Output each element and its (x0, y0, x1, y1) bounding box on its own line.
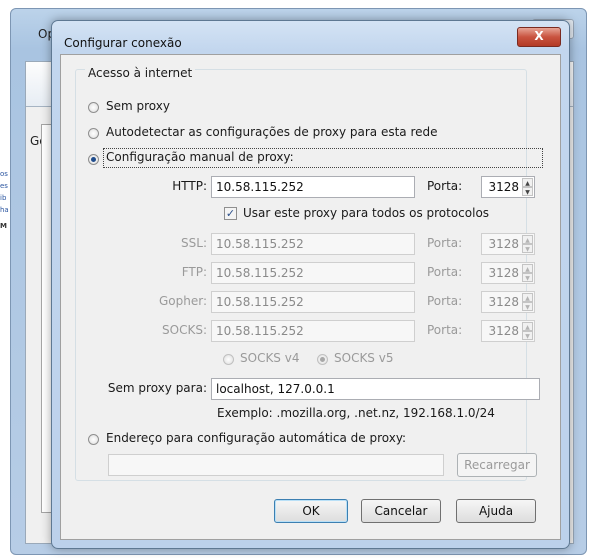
spin-up-icon[interactable]: ▲ (522, 235, 533, 244)
http-port-value: 3128 (488, 180, 519, 194)
spin-down-icon[interactable]: ▼ (522, 244, 533, 253)
use-for-all-checkbox[interactable]: ✓ (224, 207, 237, 220)
cancel-button[interactable]: Cancelar (361, 499, 441, 523)
auto-config-url-input[interactable] (108, 454, 444, 476)
socks-v4-label[interactable]: SOCKS v4 (240, 351, 299, 365)
ftp-port-stepper[interactable]: 3128 ▲ ▼ (481, 262, 535, 284)
ftp-port-value: 3128 (488, 266, 519, 280)
spin-down-icon[interactable]: ▼ (522, 273, 533, 282)
spin-up-icon[interactable]: ▲ (522, 293, 533, 302)
ftp-host-input[interactable]: 10.58.115.252 (211, 262, 415, 284)
no-proxy-for-label: Sem proxy para: (107, 381, 207, 395)
socks-v4-radio[interactable] (223, 354, 234, 365)
background-left-fragment: es (0, 182, 8, 190)
ok-button[interactable]: OK (274, 499, 348, 523)
socks-port-label: Porta: (427, 323, 463, 337)
auto-config-radio[interactable] (88, 434, 99, 445)
http-label: HTTP: (172, 179, 207, 193)
no-proxy-example: Exemplo: .mozilla.org, .net.nz, 192.168.… (217, 406, 495, 420)
no-proxy-radio[interactable] (88, 102, 99, 113)
gopher-port-stepper[interactable]: 3128 ▲ ▼ (481, 291, 535, 313)
background-left-fragment: ha (0, 206, 9, 214)
socks-port-stepper[interactable]: 3128 ▲ ▼ (481, 320, 535, 342)
gopher-port-value: 3128 (488, 295, 519, 309)
spin-down-icon[interactable]: ▼ (522, 187, 533, 196)
http-port-stepper[interactable]: 3128 ▲ ▼ (481, 176, 535, 198)
socks-port-value: 3128 (488, 324, 519, 338)
auto-config-label[interactable]: Endereço para configuração automática de… (106, 431, 406, 445)
dialog-title: Configurar conexão (64, 36, 182, 50)
ssl-label: SSL: (181, 236, 207, 250)
spin-down-icon[interactable]: ▼ (522, 331, 533, 340)
gopher-host-input[interactable]: 10.58.115.252 (211, 291, 415, 313)
socks-host-input[interactable]: 10.58.115.252 (211, 320, 415, 342)
auto-detect-label[interactable]: Autodetectar as configurações de proxy p… (106, 125, 438, 139)
http-port-label: Porta: (427, 179, 463, 193)
spin-down-icon[interactable]: ▼ (522, 302, 533, 311)
socks-label: SOCKS: (162, 323, 207, 337)
ssl-host-input[interactable]: 10.58.115.252 (211, 233, 415, 255)
gopher-label: Gopher: (158, 294, 207, 308)
no-proxy-for-input[interactable]: localhost, 127.0.0.1 (211, 378, 540, 400)
use-for-all-label[interactable]: Usar este proxy para todos os protocolos (243, 206, 489, 220)
gopher-port-label: Porta: (427, 294, 463, 308)
ftp-port-label: Porta: (427, 265, 463, 279)
help-button[interactable]: Ajuda (456, 499, 536, 523)
spin-up-icon[interactable]: ▲ (522, 322, 533, 331)
spin-up-icon[interactable]: ▲ (522, 264, 533, 273)
background-left-fragments: os es ib ha M (0, 168, 14, 232)
socks-v5-label[interactable]: SOCKS v5 (334, 351, 393, 365)
dialog-body: Acesso à internet Sem proxy Autodetectar… (60, 54, 561, 540)
http-host-input[interactable]: 10.58.115.252 (211, 176, 415, 198)
ssl-port-label: Porta: (427, 236, 463, 250)
reload-button[interactable]: Recarregar (457, 453, 537, 477)
no-proxy-label[interactable]: Sem proxy (106, 99, 170, 113)
background-left-fragment: M (0, 222, 7, 230)
dialog-close-button[interactable]: X (517, 27, 561, 47)
ftp-label: FTP: (181, 265, 207, 279)
socks-v5-radio[interactable] (317, 354, 328, 365)
background-left-fragment: os (0, 170, 8, 178)
manual-proxy-radio[interactable] (88, 154, 99, 165)
spin-up-icon[interactable]: ▲ (522, 178, 533, 187)
group-label: Acesso à internet (85, 66, 196, 80)
auto-detect-radio[interactable] (88, 128, 99, 139)
ssl-port-value: 3128 (488, 237, 519, 251)
manual-proxy-label[interactable]: Configuração manual de proxy: (106, 150, 294, 164)
ssl-port-stepper[interactable]: 3128 ▲ ▼ (481, 233, 535, 255)
background-left-fragment: ib (0, 194, 7, 202)
connection-settings-dialog: Configurar conexão X Acesso à internet S… (51, 20, 570, 549)
